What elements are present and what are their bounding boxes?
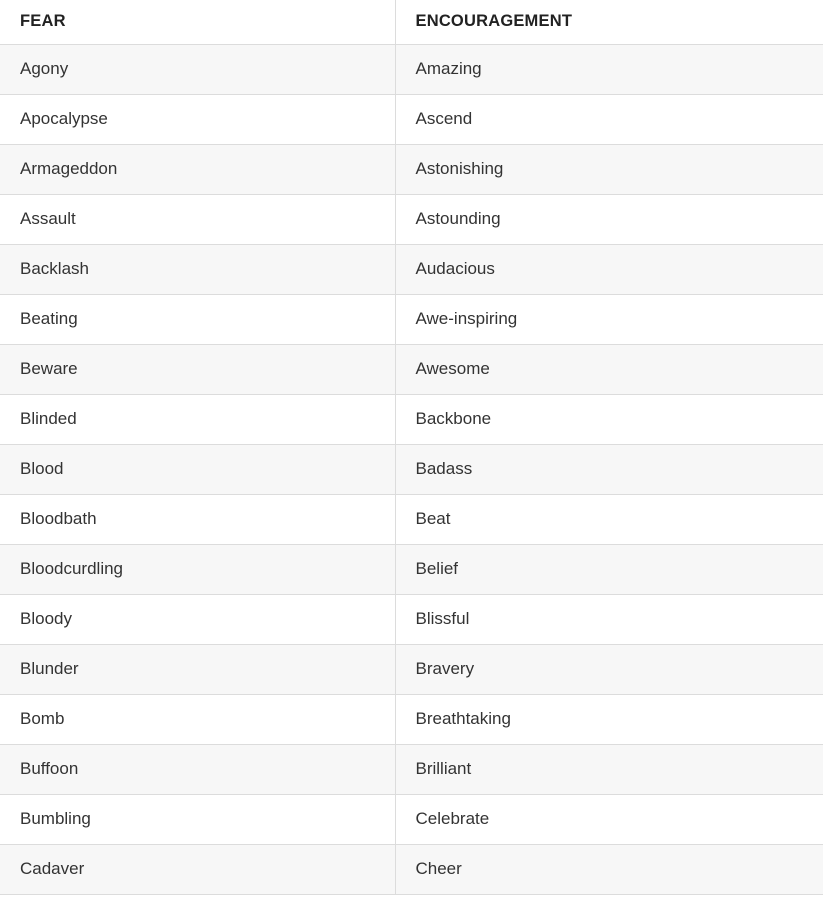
cell-encouragement: Ascend <box>394 94 823 145</box>
cell-fear: Beware <box>0 344 395 395</box>
cell-fear: Bumbling <box>0 794 395 845</box>
cell-encouragement: Celebrate <box>394 794 823 845</box>
table-row: Bumbling Celebrate <box>0 794 823 845</box>
cell-fear: Bloodbath <box>0 494 395 545</box>
table-body: Agony Amazing Apocalypse Ascend Armageddon As… <box>0 44 823 895</box>
cell-encouragement: Backbone <box>394 394 823 445</box>
cell-fear: Bloody <box>0 594 395 645</box>
table-row: Buffoon Brilliant <box>0 744 823 795</box>
table-row: Bloody Blissful <box>0 594 823 645</box>
cell-fear: Backlash <box>0 244 395 295</box>
cell-encouragement: Amazing <box>394 44 823 95</box>
table-row: Blinded Backbone <box>0 394 823 445</box>
cell-fear: Armageddon <box>0 144 395 195</box>
cell-fear: Blood <box>0 444 395 495</box>
cell-encouragement: Cheer <box>394 844 823 895</box>
table-row: Blood Badass <box>0 444 823 495</box>
cell-fear: Buffoon <box>0 744 395 795</box>
cell-encouragement: Breathtaking <box>394 694 823 745</box>
table-row: Armageddon Astonishing <box>0 144 823 195</box>
table-row: Backlash Audacious <box>0 244 823 295</box>
cell-fear: Blinded <box>0 394 395 445</box>
table-row: Bloodbath Beat <box>0 494 823 545</box>
table-row: Assault Astounding <box>0 194 823 245</box>
cell-encouragement: Awe-inspiring <box>394 294 823 345</box>
cell-encouragement: Belief <box>394 544 823 595</box>
cell-fear: Beating <box>0 294 395 345</box>
table-row: Bomb Breathtaking <box>0 694 823 745</box>
cell-fear: Blunder <box>0 644 395 695</box>
table-row: Blunder Bravery <box>0 644 823 695</box>
cell-encouragement: Awesome <box>394 344 823 395</box>
cell-fear: Assault <box>0 194 395 245</box>
word-comparison-table: FEAR ENCOURAGEMENT Agony Amazing Apocalyps… <box>0 0 823 895</box>
column-header-encouragement: ENCOURAGEMENT <box>394 0 823 45</box>
cell-encouragement: Astonishing <box>394 144 823 195</box>
cell-fear: Cadaver <box>0 844 395 895</box>
table-header-row: FEAR ENCOURAGEMENT <box>0 0 823 45</box>
column-header-fear: FEAR <box>0 0 395 45</box>
cell-encouragement: Astounding <box>394 194 823 245</box>
cell-encouragement: Brilliant <box>394 744 823 795</box>
table-row: Beware Awesome <box>0 344 823 395</box>
cell-encouragement: Badass <box>394 444 823 495</box>
cell-encouragement: Bravery <box>394 644 823 695</box>
cell-fear: Bomb <box>0 694 395 745</box>
table-row: Agony Amazing <box>0 44 823 95</box>
cell-fear: Agony <box>0 44 395 95</box>
cell-encouragement: Blissful <box>394 594 823 645</box>
table-row: Bloodcurdling Belief <box>0 544 823 595</box>
table-row: Cadaver Cheer <box>0 844 823 895</box>
table-row: Apocalypse Ascend <box>0 94 823 145</box>
table-row: Beating Awe-inspiring <box>0 294 823 345</box>
cell-fear: Apocalypse <box>0 94 395 145</box>
cell-fear: Bloodcurdling <box>0 544 395 595</box>
cell-encouragement: Audacious <box>394 244 823 295</box>
table-header: FEAR ENCOURAGEMENT <box>0 0 823 45</box>
cell-encouragement: Beat <box>394 494 823 545</box>
